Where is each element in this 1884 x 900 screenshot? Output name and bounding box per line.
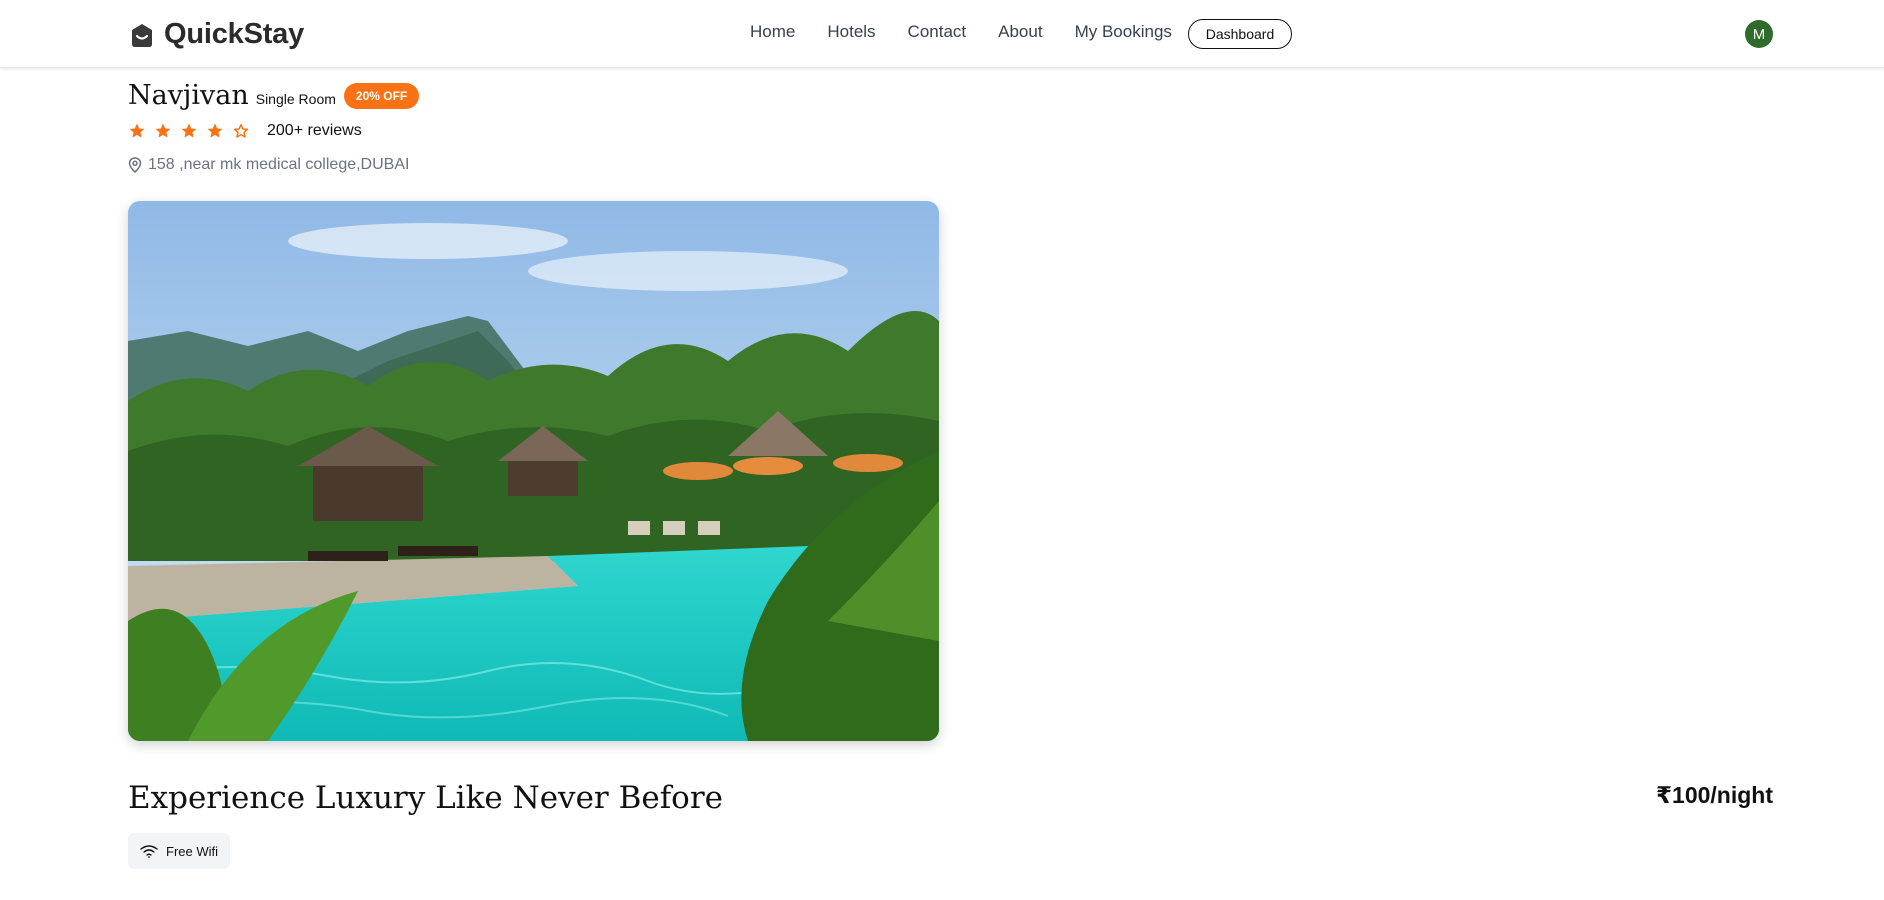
amenity-free-wifi: Free Wifi (128, 833, 230, 869)
reviews-count: 200+ reviews (267, 122, 362, 139)
dashboard-button[interactable]: Dashboard (1188, 19, 1292, 49)
nav-link-hotels[interactable]: Hotels (827, 22, 875, 42)
star-outline-icon (233, 123, 249, 138)
resort-pool-image (128, 201, 939, 741)
star-icon (129, 123, 145, 138)
brand-logo[interactable]: QuickStay (128, 18, 304, 51)
location-pin-icon (128, 157, 142, 173)
nav-link-about[interactable]: About (998, 22, 1042, 42)
hotel-main-image (128, 201, 939, 741)
nav-link-my-bookings[interactable]: My Bookings (1075, 22, 1172, 42)
price-per-night: ₹100/night (1656, 782, 1773, 808)
hotel-header: Navjivan Single Room 20% OFF (128, 80, 420, 111)
hotel-tagline: Experience Luxury Like Never Before (128, 780, 724, 816)
user-avatar[interactable]: M (1745, 20, 1773, 48)
rating-row: 200+ reviews (128, 122, 362, 140)
offer-badge: 20% OFF (343, 82, 420, 109)
amenity-label: Free Wifi (166, 843, 218, 859)
navbar: QuickStay Home Hotels Contact About My B… (0, 0, 1884, 68)
quickstay-logo-icon (132, 23, 152, 47)
star-icon (207, 123, 223, 138)
brand-name: QuickStay (164, 18, 305, 50)
wifi-icon (140, 845, 158, 858)
nav-link-contact[interactable]: Contact (908, 22, 967, 42)
star-icon (155, 123, 171, 138)
hotel-name: Navjivan (128, 80, 249, 111)
nav-link-home[interactable]: Home (750, 22, 795, 42)
star-icon (181, 123, 197, 138)
hotel-address: 158 ,near mk medical college,DUBAI (128, 156, 409, 174)
nav-links: Home Hotels Contact About My Bookings (750, 22, 1172, 42)
room-type: Single Room (255, 90, 336, 107)
address-text: 158 ,near mk medical college,DUBAI (148, 156, 410, 173)
